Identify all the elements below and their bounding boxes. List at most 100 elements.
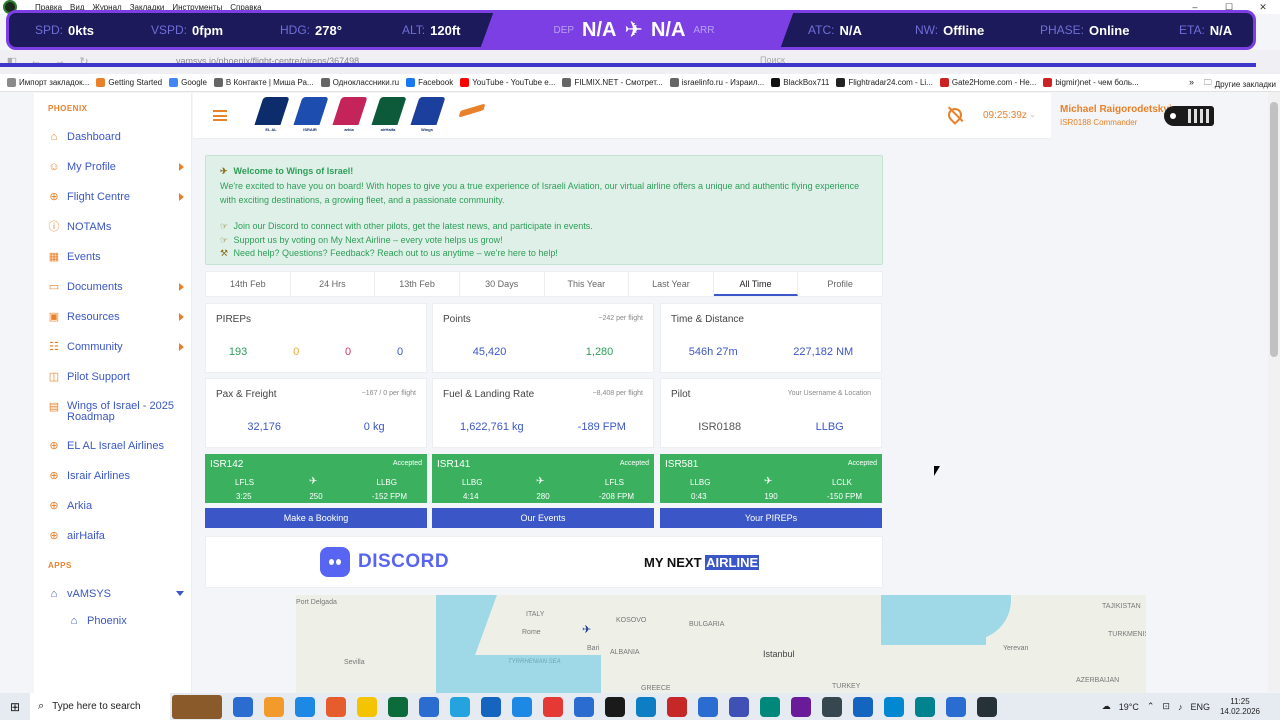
- tab-24-hrs[interactable]: 24 Hrs: [291, 272, 376, 296]
- bookmark-item[interactable]: YouTube - YouTube е...: [460, 78, 555, 87]
- airline-logo[interactable]: ISRAIR: [290, 97, 330, 135]
- taskbar-app-icon[interactable]: [822, 696, 842, 717]
- our-events-button[interactable]: Our Events: [432, 508, 654, 528]
- volume-icon[interactable]: ♪: [1178, 702, 1183, 712]
- sidebar-item-label: Events: [67, 251, 101, 263]
- bookmark-item[interactable]: israelinfo.ru - Израил...: [669, 78, 764, 87]
- taskbar-app-icon[interactable]: [729, 696, 749, 717]
- taskbar-app-icon[interactable]: [481, 696, 501, 717]
- taskbar-app-icon[interactable]: [574, 696, 594, 717]
- flight-card[interactable]: ISR141 Accepted LLBG LFLS 4:14 280 -208 FPM ✈: [432, 454, 654, 503]
- aircraft-position-icon[interactable]: ✈: [582, 623, 591, 636]
- page-scrollbar[interactable]: [1268, 92, 1280, 692]
- your-pireps-button[interactable]: Your PIREPs: [660, 508, 882, 528]
- flight-card[interactable]: ISR581 Accepted LLBG LCLK 0:43 190 -150 FPM ✈: [660, 454, 882, 503]
- hamburger-menu-icon[interactable]: [213, 110, 227, 121]
- welcome-line-vote[interactable]: Support us by voting on My Next Airline …: [234, 235, 503, 245]
- taskbar-app-icon[interactable]: [605, 696, 625, 717]
- bookmark-item[interactable]: Facebook: [406, 78, 453, 87]
- taskbar-app-icon[interactable]: [388, 696, 408, 717]
- sidebar-item-el-al-israel-airlines[interactable]: ⊕ EL AL Israel Airlines: [48, 440, 188, 452]
- taskbar-app-icon[interactable]: [667, 696, 687, 717]
- taskbar-app-icon[interactable]: [295, 696, 315, 717]
- tab-profile[interactable]: Profile: [798, 272, 882, 296]
- sidebar-item-flight-centre[interactable]: ⊕ Flight Centre: [48, 191, 188, 203]
- taskbar-app-icon[interactable]: [760, 696, 780, 717]
- my-next-airline-link[interactable]: MY NEXT AIRLINE: [644, 555, 760, 570]
- sidebar-item-phoenix[interactable]: ⌂ Phoenix: [68, 615, 208, 627]
- taskbar-app-icon[interactable]: [450, 696, 470, 717]
- stat-value: ISR0188: [698, 421, 742, 433]
- sidebar-item-documents[interactable]: ▭ Documents: [48, 281, 188, 293]
- taskbar-widget[interactable]: [172, 694, 222, 719]
- sidebar-item-airhaifa[interactable]: ⊕ airHaifa: [48, 530, 188, 542]
- sidebar-item-wings-of-israel-2025-roadmap[interactable]: ▤ Wings of Israel - 2025 Roadmap: [48, 401, 188, 423]
- bookmark-item[interactable]: FILMIX.NET - Смотрет...: [562, 78, 663, 87]
- sidebar-item-dashboard[interactable]: ⌂ Dashboard: [48, 131, 188, 143]
- taskbar-app-icon[interactable]: [946, 696, 966, 717]
- sidebar-item-israir-airlines[interactable]: ⊕ Israir Airlines: [48, 470, 188, 482]
- tray-chevron-icon[interactable]: ⌃: [1147, 701, 1155, 712]
- taskbar-app-icon[interactable]: [264, 696, 284, 717]
- bookmark-item[interactable]: В Контакте | Миша Ра...: [213, 78, 314, 87]
- sidebar-item-community[interactable]: ☷ Community: [48, 341, 188, 353]
- flight-card[interactable]: ISR142 Accepted LFLS LLBG 3:25 250 -152 FPM ✈: [205, 454, 427, 503]
- sidebar-item-resources[interactable]: ▣ Resources: [48, 311, 188, 323]
- sidebar-item-my-profile[interactable]: ☺ My Profile: [48, 161, 188, 173]
- taskbar-app-icon[interactable]: [884, 696, 904, 717]
- weather-icon[interactable]: ☁: [1102, 701, 1111, 712]
- windows-start-icon[interactable]: ⊞: [0, 700, 30, 714]
- taskbar-app-icon[interactable]: [357, 696, 377, 717]
- sidebar-item-events[interactable]: ▦ Events: [48, 251, 188, 263]
- taskbar-app-icon[interactable]: [233, 696, 253, 717]
- tab-14th-feb[interactable]: 14th Feb: [206, 272, 291, 296]
- taskbar-app-icon[interactable]: [326, 696, 346, 717]
- user-menu[interactable]: Michael Raigorodetskyi ISR0188 Commander: [1051, 93, 1234, 139]
- taskbar-app-icon[interactable]: [977, 696, 997, 717]
- bookmark-item[interactable]: Импорт закладок...: [7, 78, 89, 87]
- airline-logo[interactable]: airHaifa: [368, 97, 408, 135]
- bookmarks-overflow-icon[interactable]: »: [1189, 77, 1194, 87]
- make-booking-button[interactable]: Make a Booking: [205, 508, 427, 528]
- tab-last-year[interactable]: Last Year: [629, 272, 714, 296]
- bookmark-item[interactable]: Getting Started: [96, 78, 162, 87]
- flight-map[interactable]: Port Delgada ITALY KOSOVO BULGARIA TAJIKISTA…: [296, 595, 1146, 693]
- taskbar-app-icon[interactable]: [512, 696, 532, 717]
- welcome-line-discord[interactable]: Join our Discord to connect with other p…: [234, 221, 593, 231]
- taskbar-app-icon[interactable]: [419, 696, 439, 717]
- taskbar-app-icon[interactable]: [791, 696, 811, 717]
- tab-30-days[interactable]: 30 Days: [460, 272, 545, 296]
- tab-13th-feb[interactable]: 13th Feb: [375, 272, 460, 296]
- bookmark-item[interactable]: BlackBox711: [771, 78, 829, 87]
- taskbar-app-icon[interactable]: [543, 696, 563, 717]
- taskbar-clock[interactable]: 11:25 14.02.2026: [1220, 697, 1260, 717]
- tab-all-time[interactable]: All Time: [713, 272, 799, 296]
- bookmark-item[interactable]: Google: [169, 78, 207, 87]
- taskbar-app-icon[interactable]: [853, 696, 873, 717]
- taskbar-search[interactable]: ⌕ Type here to search: [30, 693, 170, 720]
- sidebar-item-vamsys[interactable]: ⌂ vAMSYS: [48, 588, 188, 600]
- network-icon[interactable]: ⊡: [1162, 701, 1170, 712]
- tab-this-year[interactable]: This Year: [545, 272, 630, 296]
- location-off-icon[interactable]: [945, 105, 965, 125]
- sidebar-item-notams[interactable]: ⓘ NOTAMs: [48, 221, 188, 233]
- bookmark-item[interactable]: bigmir)net - чем боль...: [1043, 78, 1139, 87]
- airline-logo[interactable]: EL AL: [251, 97, 291, 135]
- taskbar-app-icon[interactable]: [915, 696, 935, 717]
- input-language[interactable]: ENG: [1190, 702, 1210, 712]
- taskbar-app-icon[interactable]: [698, 696, 718, 717]
- discord-link[interactable]: DISCORD: [320, 547, 449, 577]
- bookmark-item[interactable]: Одноклассники.ru: [320, 78, 399, 87]
- airline-logo[interactable]: Wings: [407, 97, 447, 135]
- welcome-line-help[interactable]: Need help? Questions? Feedback? Reach ou…: [234, 248, 558, 258]
- clock-caret-icon[interactable]: ⌄: [1029, 110, 1036, 119]
- airline-logo[interactable]: arkia: [329, 97, 369, 135]
- sidebar-item-arkia[interactable]: ⊕ Arkia: [48, 500, 188, 512]
- other-bookmarks[interactable]: 🗀 Другие закладки: [1204, 77, 1276, 91]
- weather-temp[interactable]: 19°C: [1119, 702, 1139, 712]
- bookmark-item[interactable]: Flightradar24.com - Li...: [836, 78, 933, 87]
- taskbar-app-icon[interactable]: [636, 696, 656, 717]
- sidebar-item-pilot-support[interactable]: ◫ Pilot Support: [48, 371, 188, 383]
- scrollbar-thumb[interactable]: [1270, 102, 1278, 357]
- bookmark-item[interactable]: Gate2Home.com - Не...: [939, 78, 1036, 87]
